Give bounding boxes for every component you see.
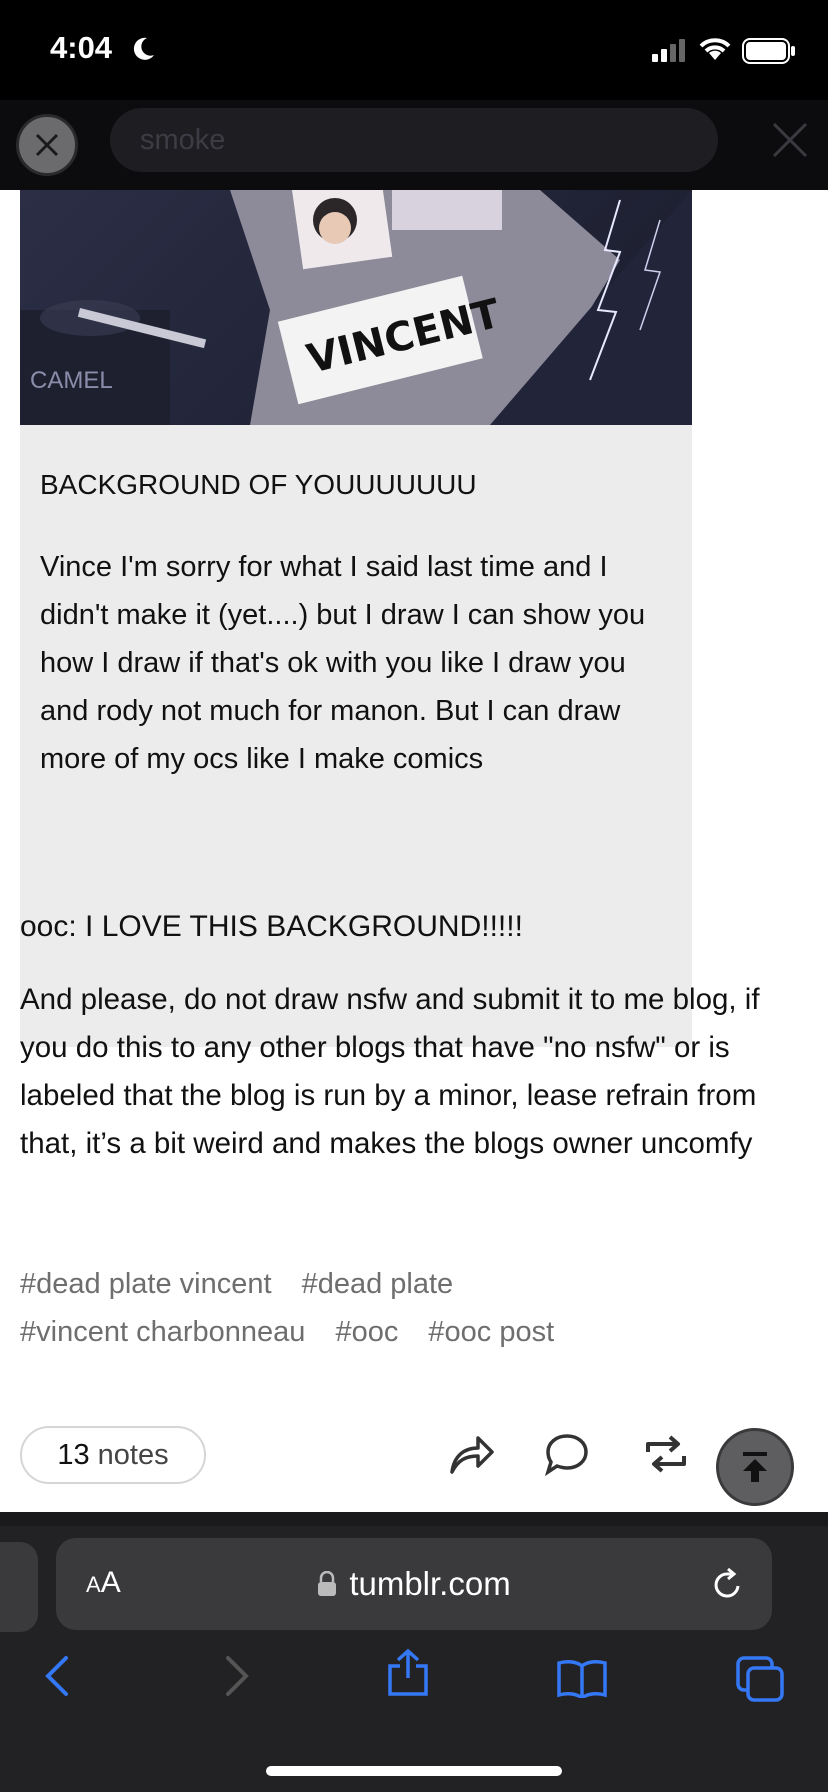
post-image-art: CAMEL VINCENT <box>20 190 692 425</box>
url-display: tumblr.com <box>56 1538 772 1630</box>
clear-search-icon[interactable] <box>770 120 810 160</box>
tag-link[interactable]: #ooc <box>335 1308 398 1356</box>
tag-link[interactable]: #dead plate vincent <box>20 1260 272 1308</box>
address-bar[interactable]: AA tumblr.com <box>56 1538 772 1630</box>
post-image[interactable]: CAMEL VINCENT <box>20 190 692 425</box>
search-input[interactable]: smoke <box>110 108 718 172</box>
moon-icon <box>133 37 154 60</box>
tag-link[interactable]: #vincent charbonneau <box>20 1308 305 1356</box>
search-query-text: smoke <box>140 124 226 156</box>
pack-label: CAMEL <box>30 367 113 394</box>
url-text: tumblr.com <box>349 1565 511 1602</box>
notes-count: 13 <box>57 1438 90 1471</box>
notes-button[interactable]: 13 notes <box>20 1426 206 1484</box>
battery-icon <box>742 38 795 64</box>
tabs-icon[interactable] <box>736 1656 784 1702</box>
signal-icon <box>652 39 685 62</box>
back-icon[interactable] <box>42 1654 72 1698</box>
reply-icon[interactable] <box>544 1432 590 1476</box>
status-time: 4:04 <box>50 30 113 65</box>
reply-paragraph-2: And please, do not draw nsfw and submit … <box>20 983 760 1160</box>
bookmarks-icon[interactable] <box>556 1658 608 1698</box>
forward-icon[interactable] <box>222 1654 252 1698</box>
status-bar: 4:04 <box>0 0 828 100</box>
previous-tab-button[interactable] <box>0 1542 38 1632</box>
browser-separator <box>0 1512 828 1526</box>
search-close-button[interactable] <box>16 114 78 176</box>
browser-chrome: AA tumblr.com <box>0 1512 828 1792</box>
home-indicator[interactable] <box>266 1766 562 1776</box>
scroll-top-icon <box>743 1452 767 1482</box>
tag-list: #dead plate vincent #dead plate #vincent… <box>20 1260 800 1356</box>
tag-link[interactable]: #dead plate <box>302 1260 454 1308</box>
reblog-icon[interactable] <box>642 1432 690 1476</box>
ask-title: BACKGROUND OF YOUUUUUUU <box>40 469 477 500</box>
reply-paragraph-1: ooc: I LOVE THIS BACKGROUND!!!!! <box>20 910 523 943</box>
reload-icon[interactable] <box>710 1566 744 1602</box>
wifi-icon <box>699 38 731 60</box>
notes-label: notes <box>97 1438 169 1471</box>
tag-link[interactable]: #ooc post <box>428 1308 554 1356</box>
scroll-top-button[interactable] <box>716 1428 794 1506</box>
lock-icon <box>318 1571 337 1596</box>
share-icon[interactable] <box>448 1432 496 1476</box>
share-sheet-icon[interactable] <box>386 1648 430 1698</box>
ask-box: BACKGROUND OF YOUUUUUUU Vince I'm sorry … <box>20 425 692 1047</box>
ask-body: Vince I'm sorry for what I said last tim… <box>40 551 646 775</box>
close-icon <box>35 133 59 157</box>
